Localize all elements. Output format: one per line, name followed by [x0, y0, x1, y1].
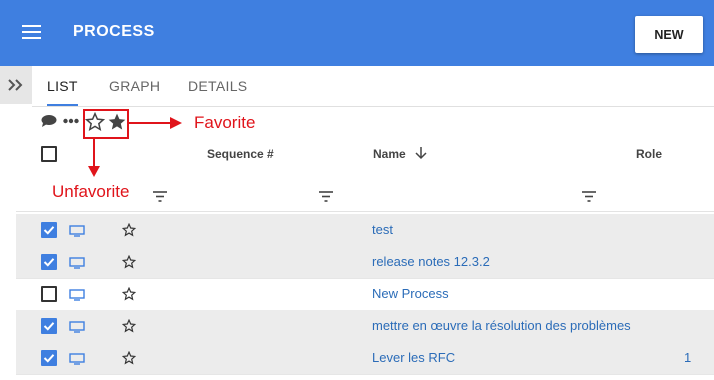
star-outline-icon[interactable]: [121, 318, 137, 333]
filter-icon-name[interactable]: [319, 191, 333, 202]
row-checkbox[interactable]: [41, 254, 57, 270]
star-outline-icon[interactable]: [121, 350, 137, 365]
process-name-link[interactable]: New Process: [372, 286, 449, 301]
row-checkbox[interactable]: [41, 286, 57, 302]
tab-list[interactable]: LIST: [47, 66, 78, 106]
filter-row: [16, 180, 714, 212]
table-row[interactable]: Lever les RFC 1: [16, 342, 714, 375]
desktop-icon[interactable]: [69, 289, 85, 301]
filter-icon-sequence[interactable]: [153, 191, 167, 202]
check-icon: [43, 258, 55, 267]
process-name-link[interactable]: mettre en œuvre la résolution des problè…: [372, 318, 631, 333]
star-outline-icon[interactable]: [121, 286, 137, 301]
desktop-icon[interactable]: [69, 321, 85, 333]
process-name-link[interactable]: Lever les RFC: [372, 350, 455, 365]
tab-bar: LIST GRAPH DETAILS: [32, 66, 714, 107]
column-header-name[interactable]: Name: [373, 147, 406, 161]
row-checkbox[interactable]: [41, 318, 57, 334]
page-title: PROCESS: [73, 23, 155, 40]
table-row[interactable]: release notes 12.3.2: [16, 246, 714, 279]
expand-sidebar-button[interactable]: [0, 66, 32, 104]
more-icon[interactable]: [63, 118, 79, 124]
row-checkbox[interactable]: [41, 222, 57, 238]
filter-icon-role[interactable]: [582, 191, 596, 202]
favorite-arrow: [129, 117, 182, 129]
check-icon: [43, 322, 55, 331]
column-header-sequence[interactable]: Sequence #: [207, 147, 274, 161]
process-name-link[interactable]: test: [372, 222, 393, 237]
tab-graph[interactable]: GRAPH: [109, 66, 160, 104]
column-header-role[interactable]: Role: [636, 147, 662, 161]
sort-arrow-down-icon[interactable]: [414, 146, 428, 160]
check-icon: [43, 226, 55, 235]
table-row[interactable]: test: [16, 214, 714, 247]
desktop-icon[interactable]: [69, 353, 85, 365]
double-chevron-right-icon: [8, 79, 23, 91]
select-all-checkbox[interactable]: [41, 146, 57, 162]
new-button[interactable]: NEW: [635, 16, 703, 53]
desktop-icon[interactable]: [69, 257, 85, 269]
star-outline-icon[interactable]: [121, 222, 137, 237]
unfavorite-arrow: [88, 139, 100, 177]
process-name-link[interactable]: release notes 12.3.2: [372, 254, 490, 269]
star-outline-icon[interactable]: [121, 254, 137, 269]
app-bar: PROCESS NEW: [0, 0, 714, 66]
check-icon: [43, 354, 55, 363]
row-checkbox[interactable]: [41, 350, 57, 366]
table-row[interactable]: mettre en œuvre la résolution des problè…: [16, 310, 714, 343]
desktop-icon[interactable]: [69, 225, 85, 237]
favorite-annotation: Favorite: [194, 113, 256, 132]
table-row[interactable]: New Process: [16, 278, 714, 311]
favorite-star-icon[interactable]: [107, 112, 127, 132]
unfavorite-star-icon[interactable]: [85, 112, 105, 132]
comment-icon[interactable]: [41, 114, 59, 128]
menu-icon[interactable]: [22, 25, 41, 39]
role-value: 1: [684, 350, 692, 365]
tab-details[interactable]: DETAILS: [188, 66, 247, 104]
